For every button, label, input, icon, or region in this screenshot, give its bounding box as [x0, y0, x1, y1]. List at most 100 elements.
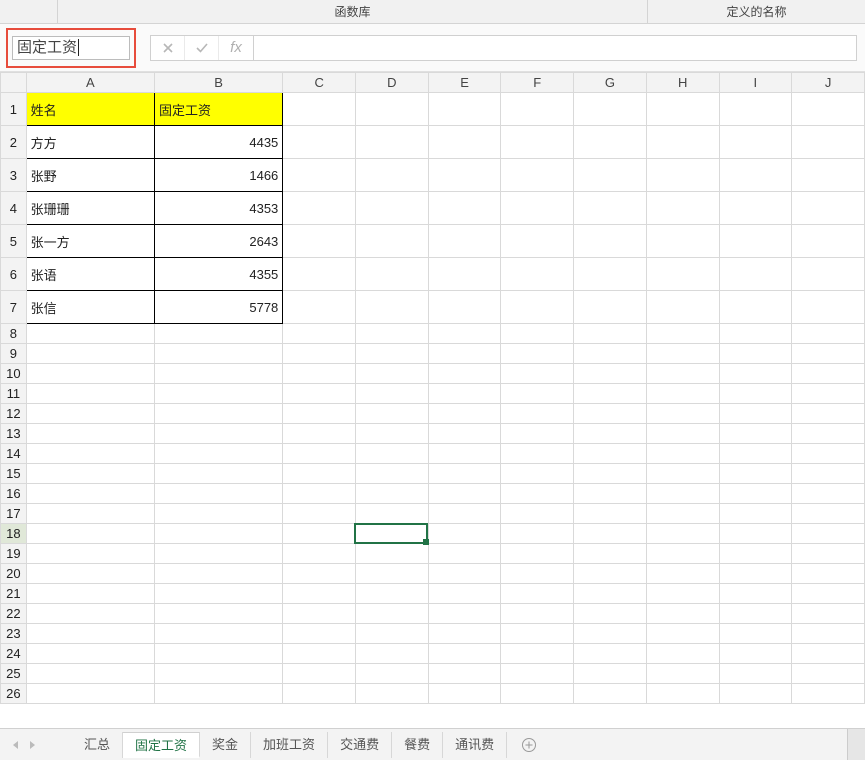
table-row: 20: [1, 564, 865, 584]
col-header-A[interactable]: A: [26, 73, 154, 93]
x-icon: [162, 42, 174, 54]
row-header[interactable]: 11: [1, 384, 27, 404]
table-row: 9: [1, 344, 865, 364]
row-header[interactable]: 25: [1, 664, 27, 684]
cell-B2[interactable]: 4435: [154, 126, 282, 159]
table-row: 25: [1, 664, 865, 684]
row-header[interactable]: 21: [1, 584, 27, 604]
triangle-right-icon: [29, 740, 37, 750]
table-row: 1 姓名 固定工资: [1, 93, 865, 126]
table-row: 3 张野 1466: [1, 159, 865, 192]
name-box-value: 固定工资: [17, 39, 77, 56]
ribbon-group-defined-names: 定义的名称: [648, 0, 865, 23]
table-row: 18: [1, 524, 865, 544]
row-header[interactable]: 4: [1, 192, 27, 225]
table-row: 24: [1, 644, 865, 664]
sheet-tab[interactable]: 交通费: [328, 732, 392, 758]
ribbon-group-function-library: 函数库: [58, 0, 648, 23]
table-row: 19: [1, 544, 865, 564]
cell-A3[interactable]: 张野: [26, 159, 154, 192]
cancel-button[interactable]: [151, 36, 185, 60]
horizontal-scroll-placeholder[interactable]: [847, 729, 865, 760]
col-header-E[interactable]: E: [428, 73, 501, 93]
table-row: 6 张语 4355: [1, 258, 865, 291]
cell-B7[interactable]: 5778: [154, 291, 282, 324]
cell-A2[interactable]: 方方: [26, 126, 154, 159]
row-header[interactable]: 24: [1, 644, 27, 664]
cell-A4[interactable]: 张珊珊: [26, 192, 154, 225]
tab-scroll-left[interactable]: [6, 733, 24, 757]
row-header[interactable]: 7: [1, 291, 27, 324]
add-sheet-button[interactable]: [515, 733, 543, 757]
col-header-B[interactable]: B: [154, 73, 282, 93]
table-row: 5 张一方 2643: [1, 225, 865, 258]
col-header-C[interactable]: C: [283, 73, 356, 93]
grid-table: A B C D E F G H I J 1 姓名 固定工资 2 方方 4435 …: [0, 72, 865, 704]
table-row: 2 方方 4435: [1, 126, 865, 159]
select-all-corner[interactable]: [1, 73, 27, 93]
row-header[interactable]: 8: [1, 324, 27, 344]
row-header[interactable]: 10: [1, 364, 27, 384]
sheet-tab[interactable]: 加班工资: [251, 732, 328, 758]
tab-scroll-right[interactable]: [24, 733, 42, 757]
ribbon-group-labels: 函数库 定义的名称: [0, 0, 865, 24]
cell-D18[interactable]: [355, 524, 428, 544]
spreadsheet-grid[interactable]: A B C D E F G H I J 1 姓名 固定工资 2 方方 4435 …: [0, 72, 865, 728]
plus-circle-icon: [521, 737, 537, 753]
cell-B5[interactable]: 2643: [154, 225, 282, 258]
formula-buttons: fx: [150, 35, 254, 61]
row-header[interactable]: 16: [1, 484, 27, 504]
name-box[interactable]: 固定工资: [12, 36, 130, 60]
table-row: 7 张信 5778: [1, 291, 865, 324]
row-header[interactable]: 2: [1, 126, 27, 159]
formula-input[interactable]: [254, 35, 857, 61]
cell-A6[interactable]: 张语: [26, 258, 154, 291]
table-row: 12: [1, 404, 865, 424]
row-header[interactable]: 6: [1, 258, 27, 291]
row-header[interactable]: 3: [1, 159, 27, 192]
row-header[interactable]: 23: [1, 624, 27, 644]
cell-B1[interactable]: 固定工资: [154, 93, 282, 126]
text-caret: [78, 39, 79, 56]
enter-button[interactable]: [185, 36, 219, 60]
row-header[interactable]: 12: [1, 404, 27, 424]
row-header[interactable]: 19: [1, 544, 27, 564]
row-header[interactable]: 15: [1, 464, 27, 484]
col-header-G[interactable]: G: [574, 73, 647, 93]
row-header[interactable]: 17: [1, 504, 27, 524]
sheet-tab[interactable]: 汇总: [72, 732, 123, 758]
sheet-tab[interactable]: 餐费: [392, 732, 443, 758]
triangle-left-icon: [11, 740, 19, 750]
sheet-tab[interactable]: 通讯费: [443, 732, 507, 758]
cell-B3[interactable]: 1466: [154, 159, 282, 192]
col-header-I[interactable]: I: [719, 73, 792, 93]
sheet-tab[interactable]: 奖金: [200, 732, 251, 758]
column-header-row: A B C D E F G H I J: [1, 73, 865, 93]
table-row: 17: [1, 504, 865, 524]
row-header[interactable]: 18: [1, 524, 27, 544]
cell-A7[interactable]: 张信: [26, 291, 154, 324]
row-header[interactable]: 20: [1, 564, 27, 584]
row-header[interactable]: 26: [1, 684, 27, 704]
cell-B6[interactable]: 4355: [154, 258, 282, 291]
cell-A5[interactable]: 张一方: [26, 225, 154, 258]
row-header[interactable]: 1: [1, 93, 27, 126]
row-header[interactable]: 22: [1, 604, 27, 624]
col-header-H[interactable]: H: [646, 73, 719, 93]
table-row: 21: [1, 584, 865, 604]
row-header[interactable]: 13: [1, 424, 27, 444]
col-header-J[interactable]: J: [792, 73, 865, 93]
cell-A1[interactable]: 姓名: [26, 93, 154, 126]
cell-B4[interactable]: 4353: [154, 192, 282, 225]
col-header-F[interactable]: F: [501, 73, 574, 93]
name-box-highlight: 固定工资: [6, 28, 136, 68]
row-header[interactable]: 14: [1, 444, 27, 464]
table-row: 23: [1, 624, 865, 644]
sheet-tab[interactable]: 固定工资: [123, 732, 200, 758]
table-row: 13: [1, 424, 865, 444]
row-header[interactable]: 9: [1, 344, 27, 364]
col-header-D[interactable]: D: [355, 73, 428, 93]
insert-function-button[interactable]: fx: [219, 36, 253, 60]
table-row: 8: [1, 324, 865, 344]
row-header[interactable]: 5: [1, 225, 27, 258]
